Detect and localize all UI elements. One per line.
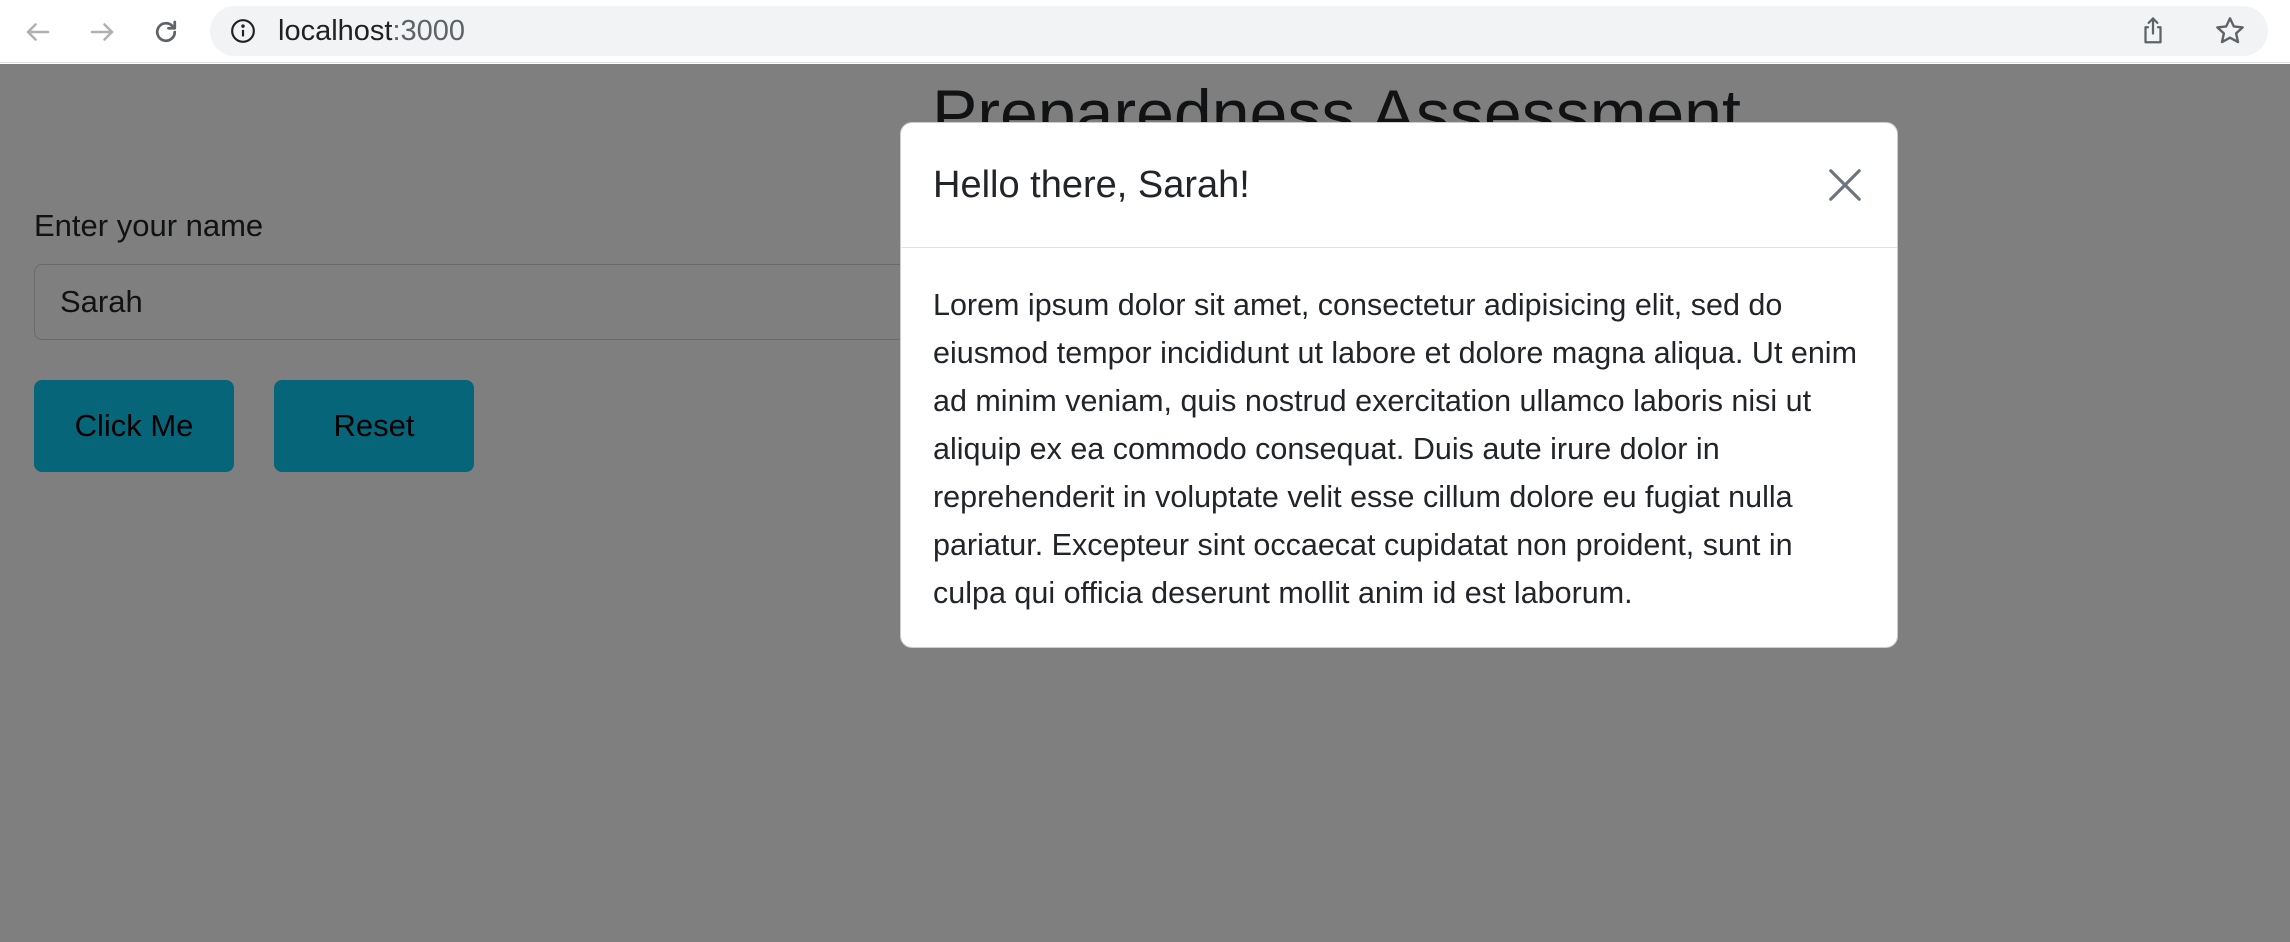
reload-button[interactable] <box>144 10 188 54</box>
modal-dialog: Hello there, Sarah! Lorem ipsum dolor si… <box>900 122 1898 648</box>
modal-header: Hello there, Sarah! <box>901 123 1897 248</box>
star-icon[interactable] <box>2214 15 2246 47</box>
modal-body-text: Lorem ipsum dolor sit amet, consectetur … <box>933 288 1857 610</box>
address-bar[interactable]: localhost:3000 <box>210 6 2268 56</box>
close-button[interactable] <box>1823 163 1867 207</box>
close-icon <box>1829 169 1861 201</box>
url-text[interactable]: localhost:3000 <box>278 16 465 46</box>
browser-toolbar: localhost:3000 <box>0 0 2290 63</box>
back-button[interactable] <box>16 10 60 54</box>
arrow-left-icon <box>26 23 50 41</box>
share-icon[interactable] <box>2138 16 2168 46</box>
info-circle-icon[interactable] <box>230 18 256 44</box>
url-port: :3000 <box>392 15 466 47</box>
reload-icon <box>155 20 177 43</box>
forward-button[interactable] <box>80 10 124 54</box>
modal-title: Hello there, Sarah! <box>933 164 1250 206</box>
arrow-right-icon <box>90 23 114 41</box>
url-host: localhost <box>278 15 393 47</box>
